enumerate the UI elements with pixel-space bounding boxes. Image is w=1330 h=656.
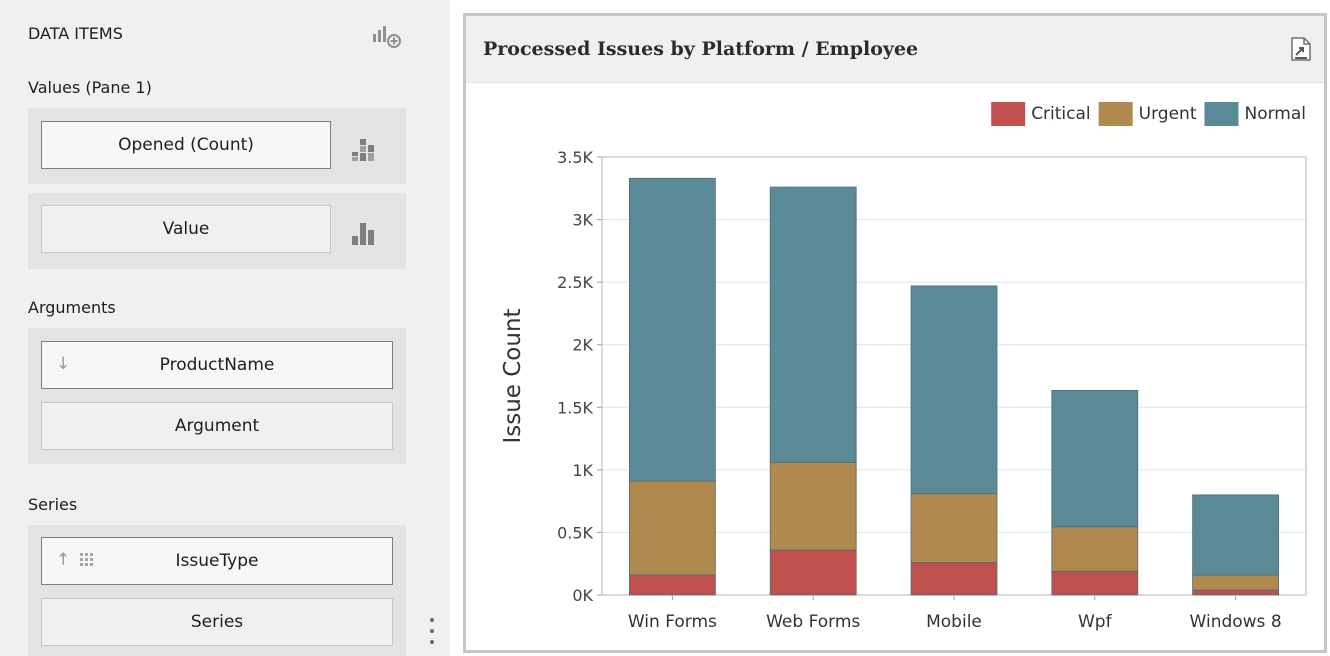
issue-type-item[interactable]: ↑ IssueType <box>41 537 393 585</box>
bar-critical <box>910 562 998 596</box>
product-name-label: ProductName <box>159 355 275 375</box>
legend-swatch-critical <box>991 102 1026 126</box>
grid-icon[interactable] <box>80 553 94 567</box>
bar-critical <box>628 574 716 596</box>
y-tick-label: 3K <box>572 211 593 230</box>
legend-label-urgent: Urgent <box>1139 104 1197 124</box>
argument-placeholder-item[interactable]: Argument <box>41 402 393 450</box>
bar-normal <box>1192 494 1279 576</box>
y-tick-label: 0.5K <box>557 523 593 542</box>
more-options-icon[interactable] <box>428 614 436 648</box>
sort-descending-arrow-icon[interactable]: ↓ <box>56 354 70 374</box>
y-tick-label: 2.5K <box>557 273 593 292</box>
bar-urgent <box>1192 574 1279 591</box>
y-tick-label: 1K <box>572 461 593 480</box>
bar-critical <box>1051 570 1139 596</box>
y-tick-label: 1.5K <box>557 398 593 417</box>
legend-label-critical: Critical <box>1031 104 1090 124</box>
bar-normal <box>1051 389 1139 528</box>
x-tick-label: Windows 8 <box>1190 612 1282 632</box>
opened-count-item[interactable]: Opened (Count) <box>41 121 331 169</box>
data-items-title: DATA ITEMS <box>28 24 123 43</box>
data-items-panel: DATA ITEMS Values (Pane 1) Opened (Count… <box>0 0 450 656</box>
bar-urgent <box>910 493 998 563</box>
series-group: ↑ IssueType Series <box>28 525 406 656</box>
bar-chart-icon[interactable] <box>349 219 377 247</box>
bar-critical <box>769 549 857 596</box>
series-section-label: Series <box>28 495 78 514</box>
bar-normal <box>769 186 857 463</box>
y-tick-label: 3.5K <box>557 148 593 167</box>
issue-type-label: IssueType <box>175 551 259 571</box>
x-tick-label: Web Forms <box>766 612 860 632</box>
legend-swatch-normal <box>1204 102 1239 126</box>
add-chart-pane-icon[interactable] <box>372 24 408 48</box>
bar-urgent <box>628 480 716 576</box>
chart-canvas: 0K 0.5K 1K 1.5K 2K 2.5K 3K 3.5K Win Forms Web For… <box>500 102 1307 632</box>
bar-urgent <box>1051 526 1139 572</box>
bar-urgent <box>769 461 857 551</box>
values-section-label: Values (Pane 1) <box>28 78 152 97</box>
legend-label-normal: Normal <box>1244 104 1306 124</box>
sort-ascending-arrow-icon[interactable]: ↑ <box>56 550 70 570</box>
arguments-group: ↓ ProductName Argument <box>28 328 406 464</box>
values-group-1: Opened (Count) <box>28 108 406 184</box>
x-tick-label: Mobile <box>926 612 982 632</box>
arguments-section-label: Arguments <box>28 298 116 317</box>
x-tick-label: Wpf <box>1078 612 1113 632</box>
series-placeholder-item[interactable]: Series <box>41 598 393 646</box>
product-name-item[interactable]: ↓ ProductName <box>41 341 393 389</box>
stacked-bar-chart-icon[interactable] <box>349 135 377 163</box>
value-item[interactable]: Value <box>41 205 331 253</box>
bar-normal <box>910 285 998 495</box>
y-tick-label: 2K <box>572 336 593 355</box>
x-tick-label: Win Forms <box>628 612 717 632</box>
bar-critical <box>1192 589 1279 596</box>
y-tick-label: 0K <box>572 586 593 605</box>
y-axis-title: Issue Count <box>500 308 526 443</box>
values-group-2: Value <box>28 193 406 269</box>
bar-normal <box>628 177 716 482</box>
legend-swatch-urgent <box>1098 102 1133 126</box>
